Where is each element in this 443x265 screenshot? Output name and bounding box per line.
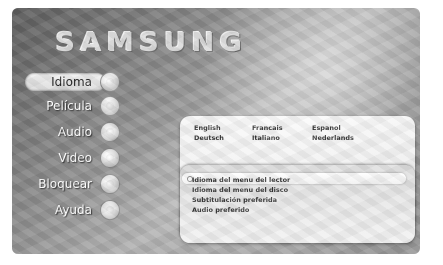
language-option[interactable]: Espanol [312,124,372,132]
menu-item-label: Ayuda [54,203,92,217]
round-button-icon [100,72,120,92]
language-grid: English Francais Espanol Deutsch Italian… [194,124,372,142]
language-option[interactable]: English [194,124,252,132]
options-list: Idioma del menu del lector Idioma del me… [192,175,290,215]
samsung-logo: SAMSUNG [55,28,248,58]
menu-item-video[interactable]: Video [58,148,120,168]
menu-item-bloquear[interactable]: Bloquear [38,174,120,194]
menu-item-label: Idioma [25,73,106,91]
menu-item-pelicula[interactable]: Película [46,96,120,116]
round-button-icon [100,96,120,116]
round-button-icon [100,148,120,168]
language-option[interactable]: Francais [252,124,312,132]
menu-item-ayuda[interactable]: Ayuda [55,200,120,220]
menu-item-label: Bloquear [38,177,92,191]
option-item[interactable]: Idioma del menu del lector [192,175,290,185]
round-button-icon [100,174,120,194]
menu-item-label: Video [58,151,92,165]
menu-item-label: Película [46,99,92,113]
round-button-icon [100,122,120,142]
option-item[interactable]: Idioma del menu del disco [192,185,290,195]
option-item[interactable]: Audio preferido [192,205,290,215]
menu-item-audio[interactable]: Audio [58,122,120,142]
options-panel: Idioma del menu del lector Idioma del me… [180,165,415,243]
dvd-menu-screen: SAMSUNG Idioma Película Audio Video Bloq… [12,8,420,254]
language-option[interactable]: Nederlands [312,134,372,142]
menu-item-idioma[interactable]: Idioma [25,72,120,92]
language-option[interactable]: Italiano [252,134,312,142]
language-option[interactable]: Deutsch [194,134,252,142]
menu-item-label: Audio [57,125,92,139]
round-button-icon [100,200,120,220]
option-item[interactable]: Subtitulación preferida [192,195,290,205]
language-panel: English Francais Espanol Deutsch Italian… [180,116,415,243]
